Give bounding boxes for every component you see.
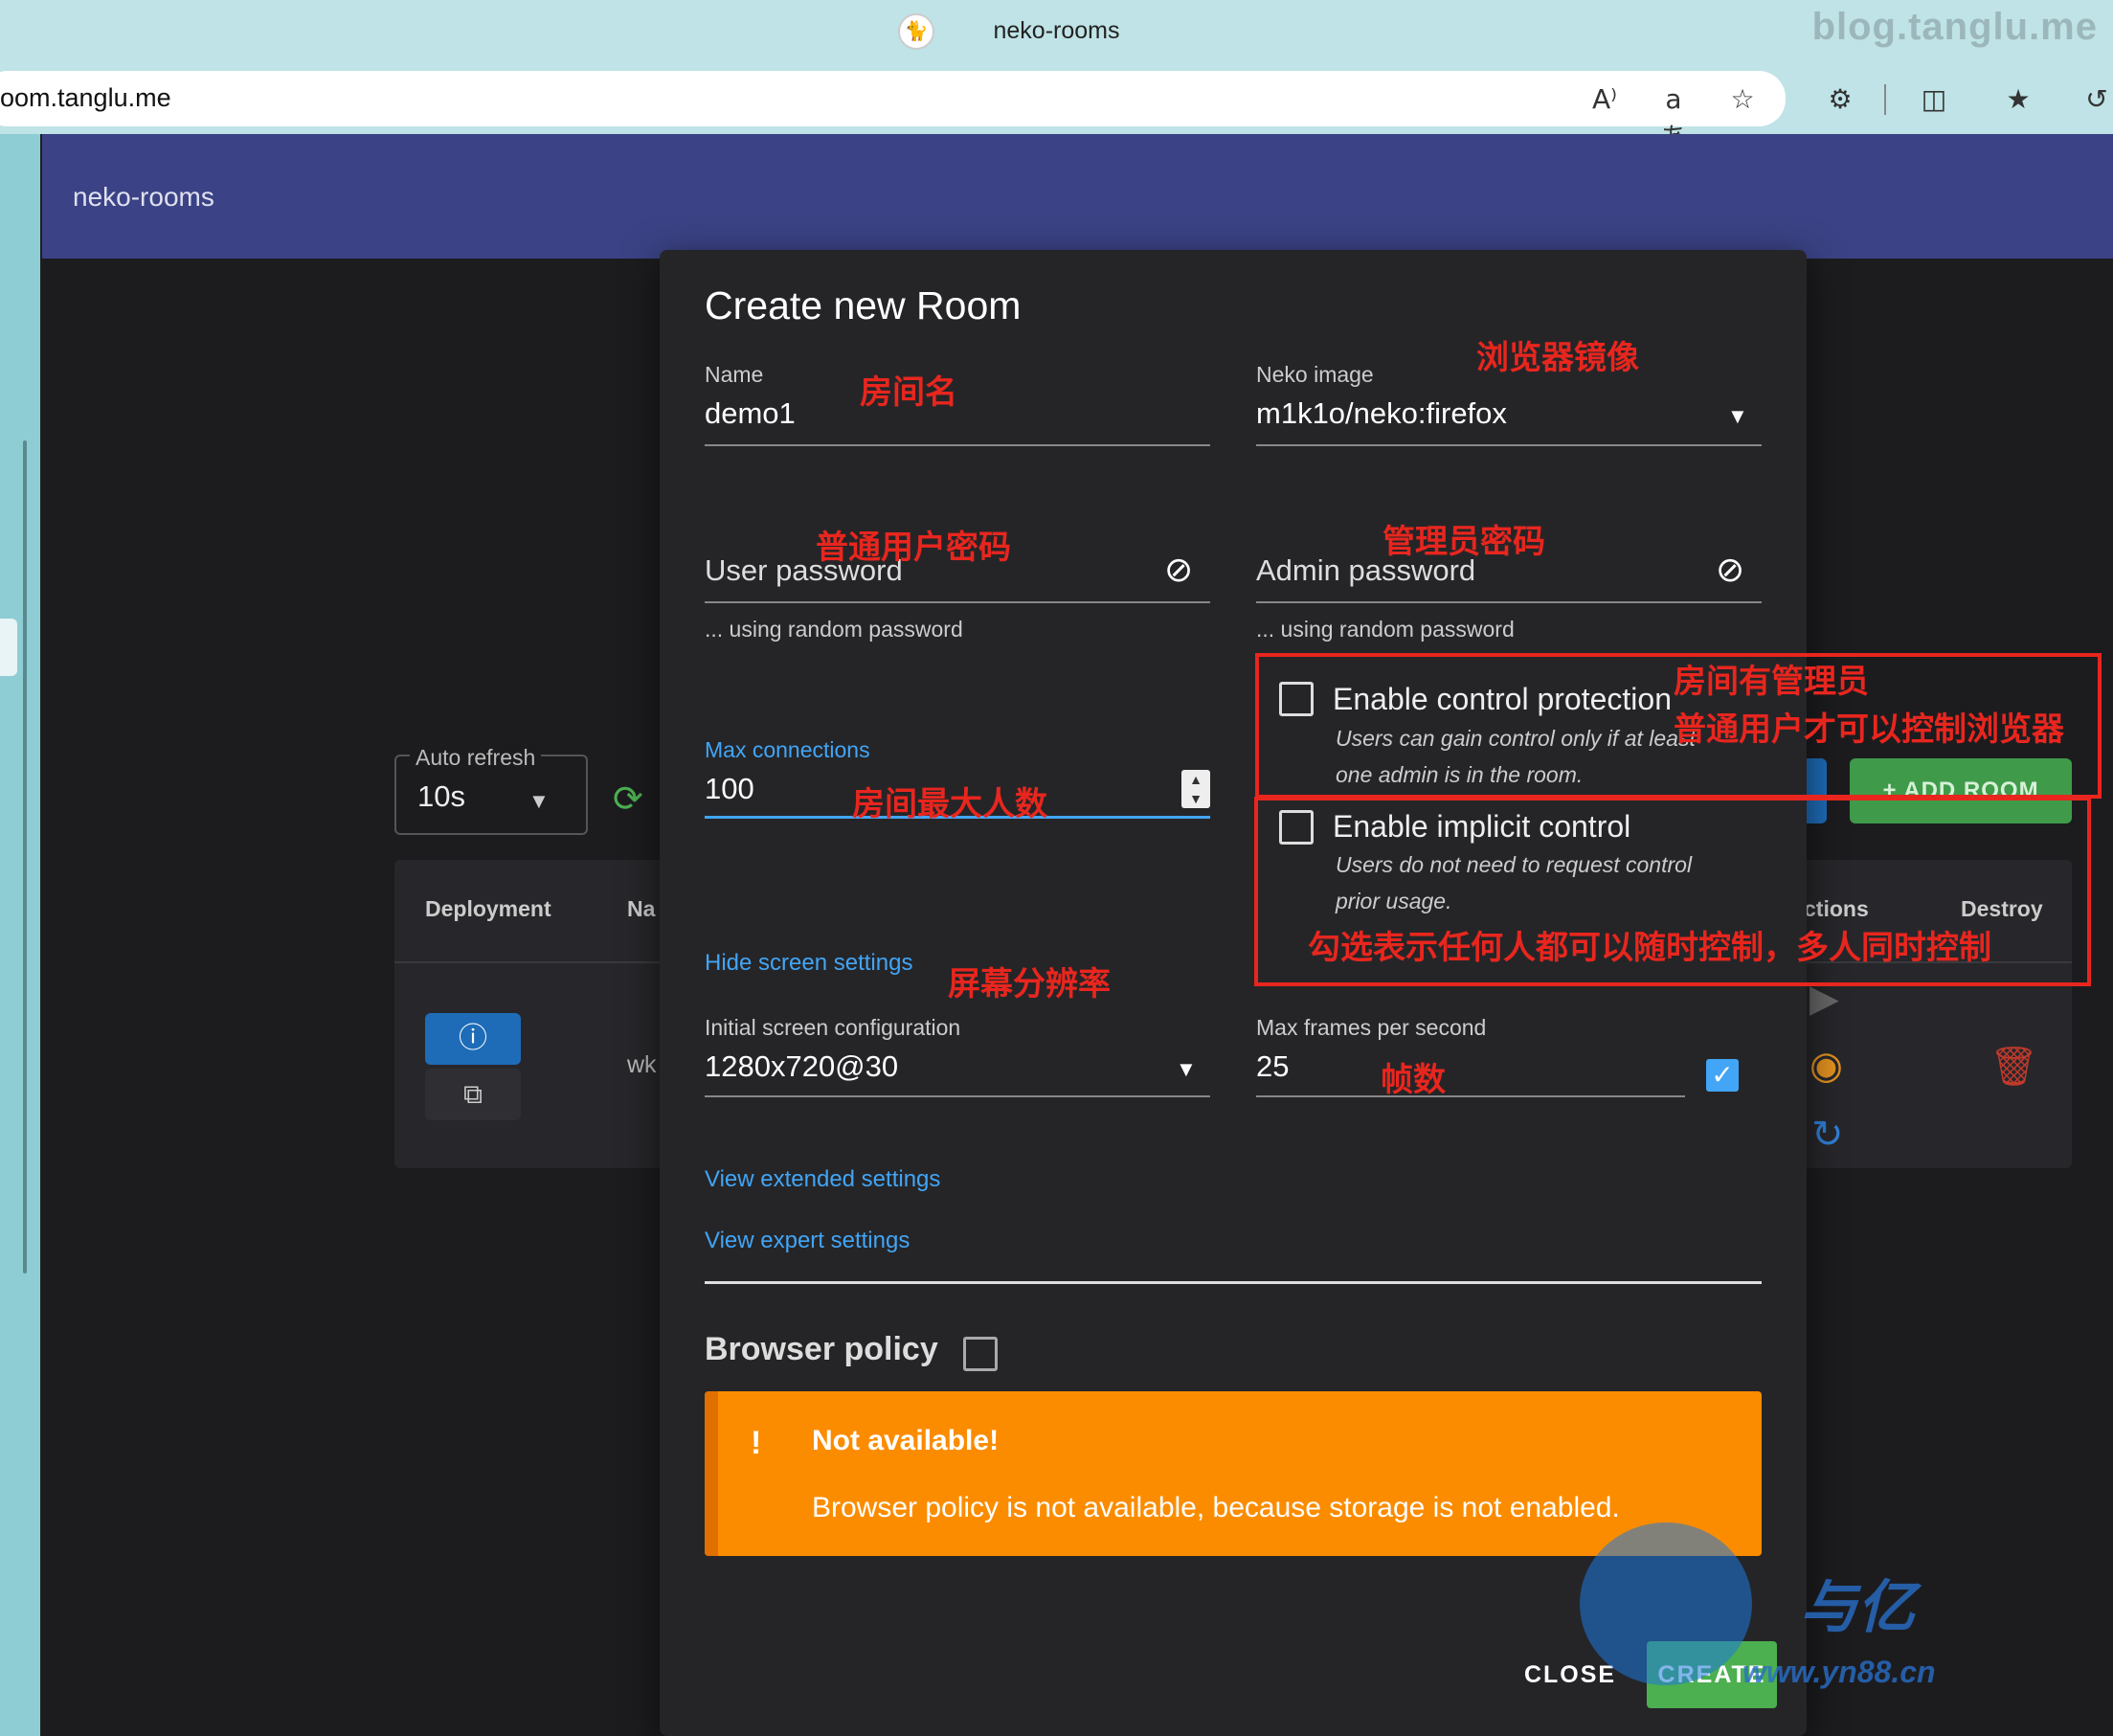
name-field[interactable]: demo1 bbox=[705, 396, 796, 431]
auto-refresh-label: Auto refresh bbox=[410, 745, 542, 771]
auto-refresh-value[interactable]: 10s bbox=[417, 779, 465, 814]
info-button[interactable]: ⓘ bbox=[425, 1013, 521, 1065]
dialog-title: Create new Room bbox=[705, 283, 1022, 327]
max-fps-underline bbox=[1256, 1095, 1685, 1097]
neko-image-underline bbox=[1256, 444, 1762, 446]
watermark-text: blog.tanglu.me bbox=[1811, 6, 2098, 48]
warning-alert bbox=[705, 1391, 1762, 1556]
name-label: Name bbox=[705, 362, 764, 387]
max-connections-field[interactable]: 100 bbox=[705, 772, 754, 806]
user-password-underline bbox=[705, 601, 1210, 603]
info-icon: ⓘ bbox=[459, 1023, 487, 1054]
screen-config-underline bbox=[705, 1095, 1210, 1097]
alert-message: Browser policy is not available, because… bbox=[812, 1492, 1620, 1523]
neko-image-select[interactable]: m1k1o/neko:firefox bbox=[1256, 396, 1507, 431]
max-fps-field[interactable]: 25 bbox=[1256, 1049, 1289, 1084]
annotation-control-protection: 房间有管理员 bbox=[1674, 663, 1869, 701]
annotation-room-name: 房间名 bbox=[860, 373, 957, 412]
extensions-icon[interactable]: ⚙ bbox=[1821, 80, 1859, 119]
user-password-hint: ... using random password bbox=[705, 617, 963, 642]
admin-password-hint: ... using random password bbox=[1256, 617, 1515, 642]
side-handle[interactable] bbox=[0, 619, 17, 676]
alert-icon: ! bbox=[751, 1425, 762, 1461]
app-header bbox=[42, 134, 2113, 259]
screen-config-select[interactable]: 1280x720@30 bbox=[705, 1049, 898, 1084]
number-stepper[interactable]: ▲ ▼ bbox=[1181, 770, 1210, 808]
column-header-deployment: Deployment bbox=[425, 896, 551, 921]
open-external-icon: ⧉ bbox=[463, 1079, 483, 1109]
address-bar[interactable] bbox=[0, 71, 1786, 126]
annotation-resolution: 屏幕分辨率 bbox=[948, 965, 1111, 1003]
trash-icon[interactable]: 🗑 bbox=[1989, 1044, 2038, 1089]
split-screen-icon[interactable]: ◫ bbox=[1915, 80, 1953, 119]
section-divider bbox=[705, 1281, 1762, 1284]
browser-policy-checkbox[interactable] bbox=[963, 1337, 998, 1371]
table-row-name: wk bbox=[627, 1051, 657, 1078]
annotation-admin-password: 管理员密码 bbox=[1382, 523, 1545, 561]
hide-screen-settings-link[interactable]: Hide screen settings bbox=[705, 950, 912, 977]
view-extended-settings-link[interactable]: View extended settings bbox=[705, 1166, 940, 1193]
column-header-name: Na bbox=[627, 896, 656, 921]
view-expert-settings-link[interactable]: View expert settings bbox=[705, 1228, 910, 1254]
annotation-implicit-control: 勾选表示任何人都可以随时控制，多人同时控制 bbox=[1308, 929, 1991, 967]
annotation-browser-image: 浏览器镜像 bbox=[1476, 339, 1639, 377]
left-edge-panel bbox=[0, 134, 40, 1736]
watermark-text: 与亿 bbox=[1800, 1575, 1915, 1639]
alert-title: Not available! bbox=[812, 1425, 1000, 1456]
chevron-down-icon[interactable]: ▼ bbox=[1176, 1057, 1197, 1082]
chevron-down-icon[interactable]: ▼ bbox=[1727, 404, 1748, 429]
favorite-add-icon[interactable]: ☆ bbox=[1723, 80, 1762, 119]
max-connections-label: Max connections bbox=[705, 737, 870, 762]
stop-icon[interactable]: ◉ bbox=[1810, 1044, 1843, 1088]
refresh-icon[interactable]: ⟳ bbox=[613, 778, 643, 821]
history-icon[interactable]: ↺ bbox=[2078, 80, 2113, 119]
eye-off-icon[interactable]: ⊘ bbox=[1164, 550, 1193, 590]
eye-off-icon[interactable]: ⊘ bbox=[1716, 550, 1744, 590]
read-aloud-icon[interactable]: A⁾ bbox=[1585, 80, 1624, 119]
chevron-down-icon[interactable]: ▼ bbox=[528, 789, 550, 814]
alert-accent-bar bbox=[705, 1391, 718, 1556]
watermark-url: www.yn88.cn bbox=[1742, 1655, 1936, 1689]
app-title: neko-rooms bbox=[73, 182, 214, 212]
annotation-control-protection: 普通用户才可以控制浏览器 bbox=[1674, 710, 2064, 749]
screen-config-label: Initial screen configuration bbox=[705, 1015, 961, 1040]
favorites-icon[interactable]: ★ bbox=[1999, 80, 2037, 119]
watermark-logo bbox=[1580, 1522, 1752, 1685]
toolbar-divider bbox=[1884, 84, 1886, 115]
name-underline bbox=[705, 444, 1210, 446]
max-fps-label: Max frames per second bbox=[1256, 1015, 1487, 1040]
scrollbar[interactable] bbox=[23, 440, 27, 1274]
open-external-button[interactable]: ⧉ bbox=[425, 1069, 521, 1120]
restart-icon[interactable]: ↻ bbox=[1811, 1113, 1844, 1157]
url-text[interactable]: oom.tanglu.me bbox=[0, 83, 171, 113]
neko-image-label: Neko image bbox=[1256, 362, 1374, 387]
translate-icon[interactable]: aあ bbox=[1654, 80, 1693, 153]
tab-title: neko-rooms bbox=[993, 17, 1120, 44]
max-fps-checkbox[interactable]: ✓ bbox=[1706, 1059, 1739, 1092]
annotation-max-people: 房间最大人数 bbox=[852, 785, 1047, 823]
annotation-fps: 帧数 bbox=[1381, 1061, 1446, 1099]
browser-policy-title: Browser policy bbox=[705, 1331, 938, 1367]
admin-password-underline bbox=[1256, 601, 1762, 603]
annotation-user-password: 普通用户密码 bbox=[816, 529, 1011, 567]
